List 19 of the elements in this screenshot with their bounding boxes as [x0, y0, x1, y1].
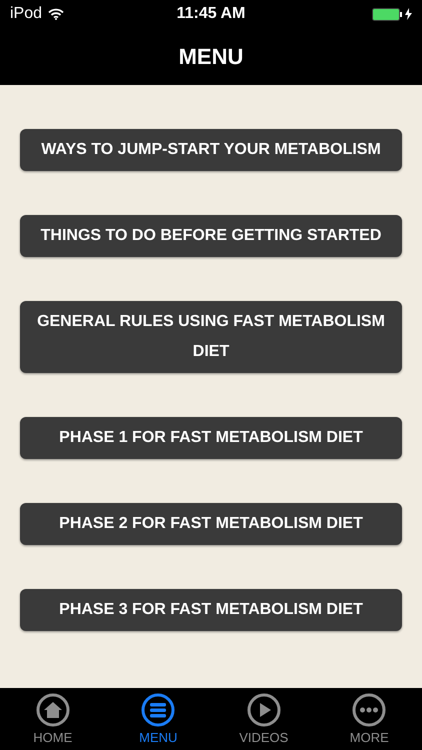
more-icon — [352, 693, 386, 727]
carrier-name: iPod — [10, 4, 42, 24]
menu-icon — [141, 693, 176, 727]
menu-button[interactable]: PHASE 2 FOR FAST METABOLISM DIET — [20, 503, 402, 545]
home-icon — [36, 693, 70, 727]
battery-icon — [372, 8, 403, 20]
menu-button[interactable]: PHASE 1 FOR FAST METABOLISM DIET — [20, 417, 402, 459]
nav-title: MENU — [178, 43, 244, 71]
menu-button[interactable]: GENERAL RULES USING FAST METABOLISM DIET — [20, 301, 402, 373]
menu-button[interactable]: PHASE 3 FOR FAST METABOLISM DIET — [20, 589, 402, 631]
play-icon — [246, 693, 281, 727]
tab-button[interactable]: HOME — [12, 691, 93, 747]
menu-button[interactable]: THINGS TO DO BEFORE GETTING STARTED — [20, 215, 402, 257]
tab-button[interactable]: MENU — [118, 691, 198, 747]
menu-button[interactable]: WAYS TO JUMP-START YOUR METABOLISM — [20, 129, 402, 171]
wifi-icon — [48, 8, 64, 20]
status-time: 11:45 AM — [176, 4, 246, 24]
tab-button[interactable]: MORE — [329, 691, 410, 747]
tab-button[interactable]: VIDEOS — [224, 691, 304, 747]
